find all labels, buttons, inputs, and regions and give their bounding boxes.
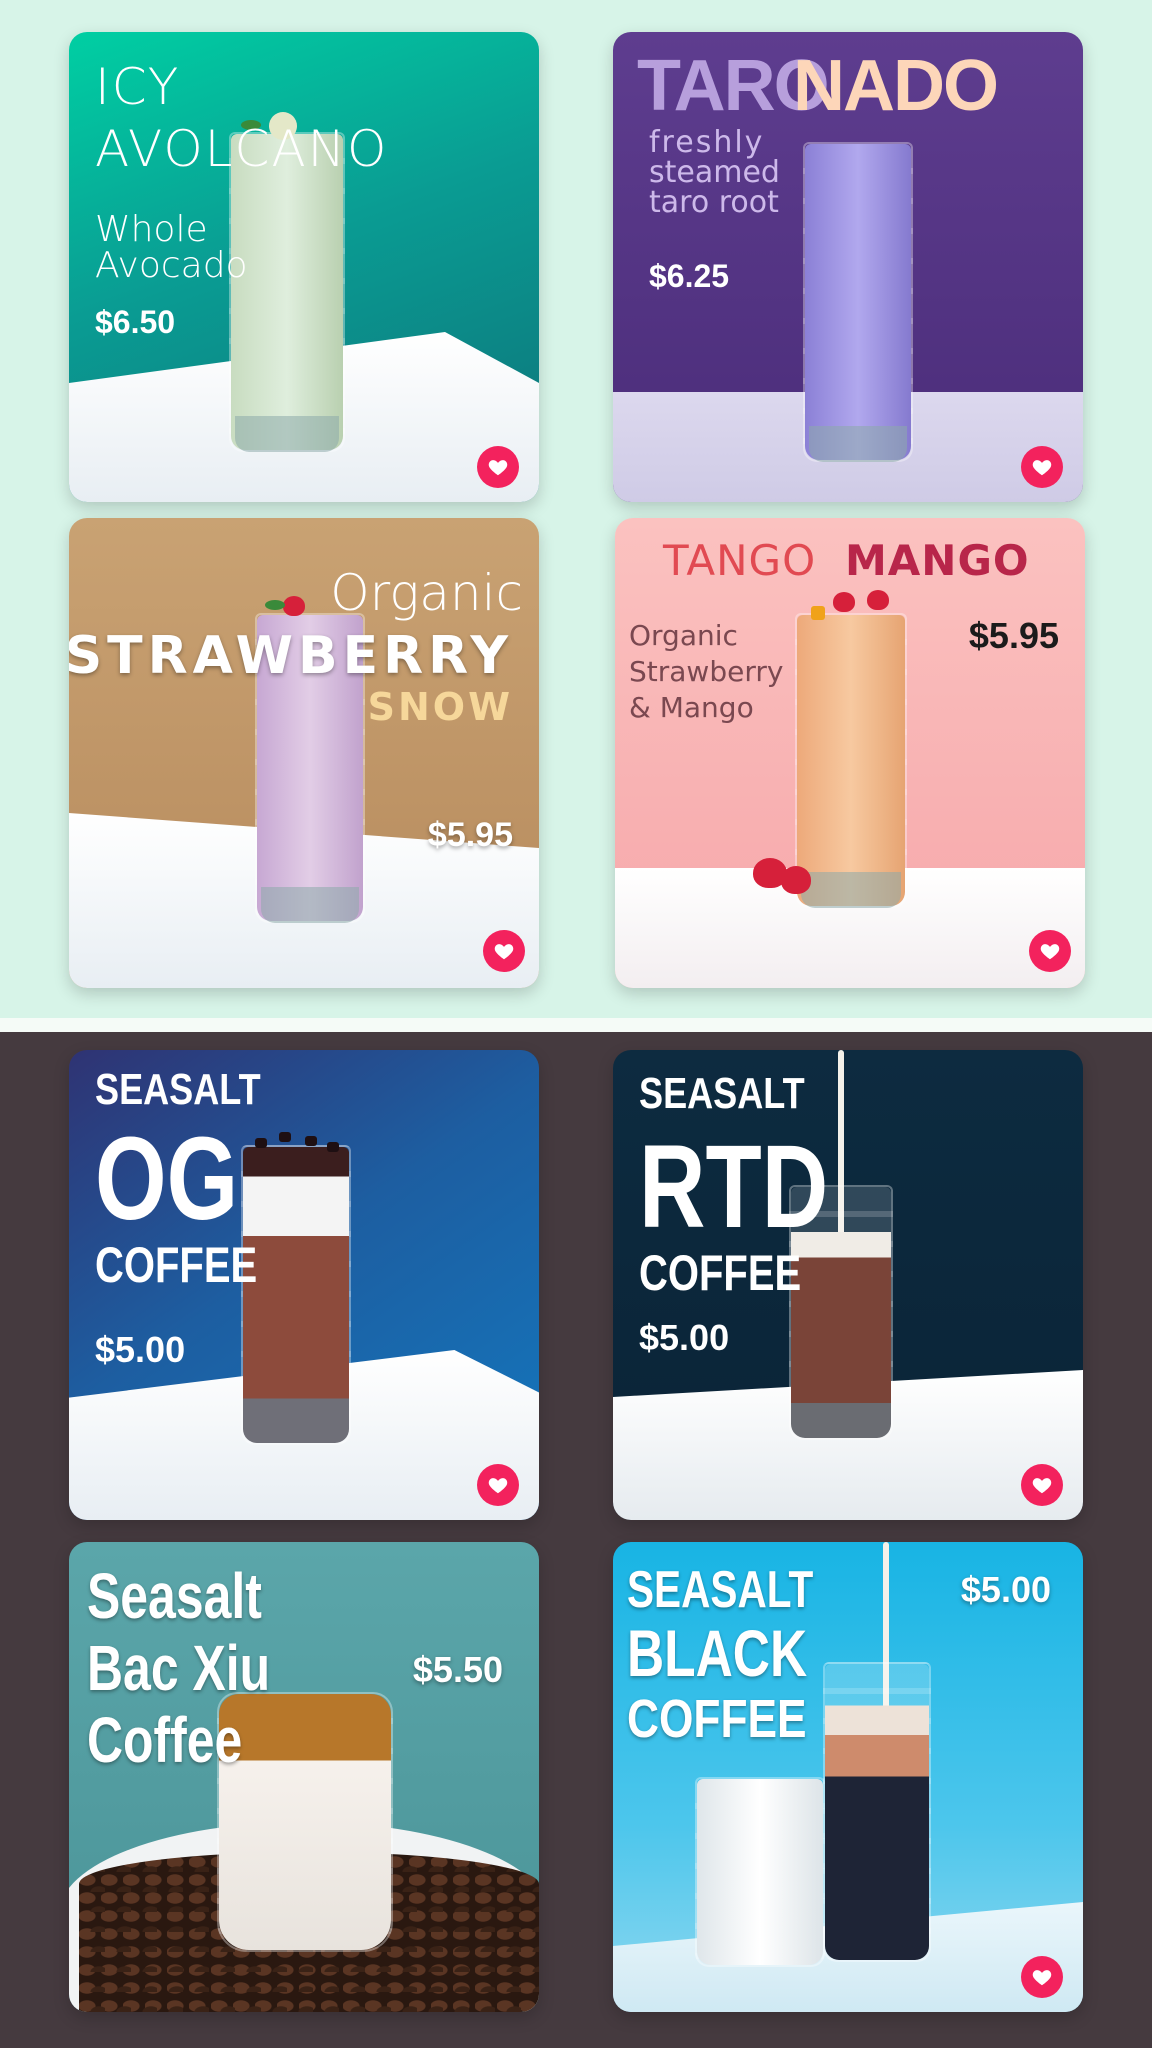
heart-icon xyxy=(1032,1970,1052,1986)
favorite-button[interactable] xyxy=(477,1464,519,1506)
product-photo-drink xyxy=(823,1662,931,1962)
garnish-strawberry xyxy=(867,590,889,610)
favorite-button[interactable] xyxy=(1029,930,1071,972)
heart-icon xyxy=(1032,1478,1052,1494)
favorite-button[interactable] xyxy=(1021,1956,1063,1998)
product-card-seasalt-og-coffee[interactable]: SEASALT OG COFFEE $5.00 xyxy=(69,1050,539,1520)
product-name-line: COFFEE xyxy=(639,1245,802,1301)
garnish-strawberry xyxy=(283,596,305,616)
product-name-part: NADO xyxy=(793,46,999,126)
product-name-line: AVOLCANO xyxy=(95,120,389,178)
product-photo-drink xyxy=(795,613,907,908)
product-price: $5.00 xyxy=(960,1569,1051,1610)
product-photo-drink xyxy=(803,142,913,462)
product-name-line: OG xyxy=(95,1113,239,1245)
product-name-line: COFFEE xyxy=(627,1689,807,1749)
product-description-line: taro root xyxy=(649,185,779,220)
product-card-taronado[interactable]: TARO NADO freshly steamed taro root $6.2… xyxy=(613,32,1083,502)
product-card-seasalt-rtd-coffee[interactable]: SEASALT RTD COFFEE $5.00 xyxy=(613,1050,1083,1520)
favorite-button[interactable] xyxy=(1021,1464,1063,1506)
product-card-strawberry-snow[interactable]: Organic STRAWBERRY SNOW $5.95 xyxy=(69,518,539,988)
product-photo-drink xyxy=(229,132,345,452)
product-name-part: MANGO xyxy=(845,536,1030,585)
product-name-line: SEASALT xyxy=(639,1069,805,1118)
heart-icon xyxy=(488,460,508,476)
garnish-cookie-crumbs xyxy=(279,1132,291,1142)
product-card-seasalt-black-coffee[interactable]: SEASALT BLACK COFFEE $5.00 xyxy=(613,1542,1083,2012)
product-price: $5.00 xyxy=(95,1329,186,1370)
heart-icon xyxy=(1032,460,1052,476)
product-description-line: Avocado xyxy=(95,245,248,286)
product-price: $6.50 xyxy=(95,304,176,340)
product-description-line: Strawberry xyxy=(629,655,784,688)
product-name-line: BLACK xyxy=(627,1616,808,1690)
product-name-line: STRAWBERRY xyxy=(69,626,513,686)
garnish-mango xyxy=(811,606,825,620)
product-name-line: SEASALT xyxy=(627,1561,814,1619)
product-price: $5.00 xyxy=(639,1317,730,1358)
product-price: $5.95 xyxy=(427,816,513,854)
product-name-line: Seasalt xyxy=(87,1560,262,1632)
product-photo-drink xyxy=(217,1692,393,1952)
garnish-cookie-crumbs xyxy=(305,1136,317,1146)
favorite-button[interactable] xyxy=(483,930,525,972)
product-name-line: ICY xyxy=(95,58,181,116)
garnish-cookie-crumbs xyxy=(327,1142,339,1152)
product-description-line: & Mango xyxy=(629,691,754,724)
garnish-leaf xyxy=(265,600,285,610)
heart-icon xyxy=(488,1478,508,1494)
product-price: $6.25 xyxy=(649,258,730,294)
favorite-button[interactable] xyxy=(1021,446,1063,488)
product-price: $5.50 xyxy=(412,1649,503,1690)
product-name-line: Bac Xiu xyxy=(87,1632,271,1704)
product-description-line: freshly xyxy=(649,125,765,160)
product-card-icy-avolcano[interactable]: ICY AVOLCANO Whole Avocado $6.50 xyxy=(69,32,539,502)
product-price: $5.95 xyxy=(968,615,1059,656)
garnish-strawberry xyxy=(833,592,855,612)
garnish-cookie-crumbs xyxy=(255,1138,267,1148)
product-name-part: TANGO xyxy=(663,536,817,585)
product-name-line: Organic xyxy=(330,564,523,622)
garnish-strawberry xyxy=(781,866,811,894)
product-card-seasalt-bac-xiu-coffee[interactable]: Seasalt Bac Xiu Coffee $5.50 xyxy=(69,1542,539,2012)
product-name-line: COFFEE xyxy=(95,1237,258,1293)
heart-icon xyxy=(1040,944,1060,960)
section-divider xyxy=(0,1018,1152,1032)
product-name-line: Coffee xyxy=(87,1704,243,1776)
product-name-line: RTD xyxy=(639,1121,829,1253)
product-card-tango-mango[interactable]: TANGO MANGO Organic Strawberry & Mango $… xyxy=(615,518,1085,988)
product-description-line: Organic xyxy=(629,619,738,652)
product-description-line: steamed xyxy=(649,155,780,190)
product-name-line: SNOW xyxy=(367,685,513,729)
product-description-line: Whole xyxy=(95,209,208,250)
product-photo-drink xyxy=(241,1145,351,1445)
product-photo-milk-glass xyxy=(695,1777,825,1967)
product-name-line: SEASALT xyxy=(95,1065,261,1114)
favorite-button[interactable] xyxy=(477,446,519,488)
heart-icon xyxy=(494,944,514,960)
